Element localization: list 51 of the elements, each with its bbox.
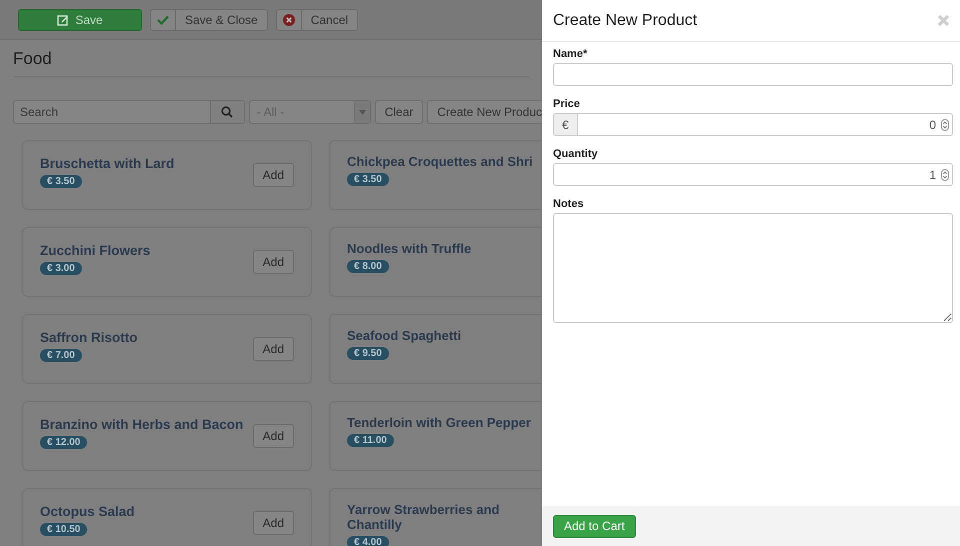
field-label: Quantity: [553, 148, 599, 160]
product-name: Octopus Salad: [40, 504, 135, 519]
price-badge: € 4.00: [347, 536, 389, 546]
cancel-button[interactable]: Cancel: [276, 8, 358, 30]
clear-button[interactable]: Clear: [374, 100, 424, 124]
price-badge: € 12.00: [40, 436, 88, 449]
price-badge: € 11.00: [347, 434, 394, 447]
field-label: Name*: [553, 48, 588, 60]
search-button[interactable]: [210, 100, 245, 124]
edit-icon: [57, 14, 70, 26]
notes-field[interactable]: [553, 213, 953, 323]
product-name: Tenderloin with Green Pepper: [347, 415, 532, 430]
quantity-field[interactable]: 1: [553, 163, 953, 186]
create-product-button[interactable]: Create New Produc: [427, 100, 542, 124]
save-close-button[interactable]: Save & Close: [150, 8, 268, 30]
price-badge: € 3.50: [347, 173, 389, 186]
search-field[interactable]: Search: [13, 100, 211, 124]
price-badge: € 10.50: [40, 523, 88, 536]
price-badge: € 3.50: [40, 175, 82, 188]
add-button[interactable]: Add: [252, 163, 294, 187]
field-label: Price: [553, 98, 581, 110]
add-to-cart-button[interactable]: Add to Cart: [553, 514, 636, 538]
add-button[interactable]: Add: [252, 337, 294, 361]
check-icon: [157, 14, 169, 24]
price-badge: € 3.00: [40, 262, 82, 275]
page-title: Food: [13, 40, 529, 77]
field-label: Notes: [553, 198, 585, 210]
product-name: Bruschetta with Lard: [40, 156, 174, 171]
product-name: Zucchini Flowers: [40, 243, 150, 258]
currency-addon: €: [553, 113, 577, 136]
spinner-icon[interactable]: [941, 168, 949, 180]
product-name: Branzino with Herbs and Bacon: [40, 417, 244, 432]
product-name: Yarrow Strawberries and Chantilly: [347, 502, 500, 532]
caret-icon: [358, 110, 366, 114]
add-button[interactable]: Add: [252, 250, 294, 274]
product-name: Chickpea Croquettes and Shri: [347, 154, 534, 169]
price-field[interactable]: 0: [576, 113, 953, 136]
product-name: Noodles with Truffle: [347, 241, 472, 256]
product-name: Saffron Risotto: [40, 330, 138, 345]
price-badge: € 9.50: [347, 347, 389, 360]
add-button[interactable]: Add: [252, 424, 294, 448]
search-icon: [221, 106, 234, 118]
spinner-icon[interactable]: [941, 118, 949, 130]
name-field[interactable]: [553, 63, 953, 86]
save-button[interactable]: Save: [18, 8, 142, 30]
add-button[interactable]: Add: [252, 511, 294, 535]
product-name: Seafood Spaghetti: [347, 328, 462, 343]
close-circle-icon: [282, 14, 295, 26]
price-badge: € 8.00: [347, 260, 389, 273]
price-badge: € 7.00: [40, 349, 82, 362]
dialog-title: Create New Product: [553, 12, 698, 30]
